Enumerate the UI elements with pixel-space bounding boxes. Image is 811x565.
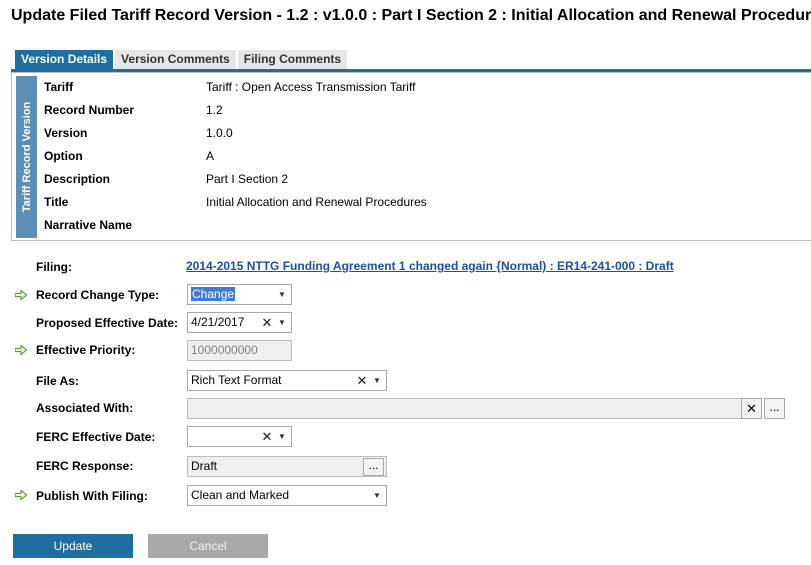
chevron-down-icon[interactable]: ▼ (275, 313, 289, 332)
update-button[interactable]: Update (13, 534, 133, 558)
effective-priority-label: Effective Priority: (36, 343, 136, 357)
detail-row-version: Version 1.0.0 (44, 123, 804, 143)
effective-priority-input: 1000000000 (187, 340, 292, 361)
chevron-down-icon[interactable]: ▼ (275, 285, 289, 304)
required-arrow-icon (15, 345, 27, 355)
clear-icon[interactable]: ✕ (260, 427, 274, 446)
detail-value: 1.0.0 (206, 126, 233, 140)
ferc-response-value: Draft (191, 459, 218, 473)
record-change-type-label: Record Change Type: (36, 288, 160, 302)
detail-label: Description (44, 172, 111, 186)
detail-value: A (206, 149, 215, 163)
version-details-panel: Tariff Record Version Tariff Tariff : Op… (11, 72, 811, 241)
detail-label: Narrative Name (44, 218, 133, 232)
required-arrow-icon (15, 490, 27, 500)
tab-version-details[interactable]: Version Details (15, 50, 114, 69)
tariff-record-version-side-tab: Tariff Record Version (16, 76, 37, 238)
detail-label: Record Number (44, 103, 135, 117)
chevron-down-icon[interactable]: ▼ (370, 371, 384, 390)
clear-icon[interactable]: ✕ (355, 371, 369, 390)
record-change-type-value: Change (191, 287, 236, 301)
filing-label: Filing: (36, 260, 72, 274)
filing-link[interactable]: 2014-2015 NTTG Funding Agreement 1 chang… (186, 259, 674, 273)
ferc-response-browse-button[interactable]: ... (363, 458, 384, 476)
page-title: Update Filed Tariff Record Version - 1.2… (11, 7, 811, 24)
detail-row-title: Title Initial Allocation and Renewal Pro… (44, 192, 804, 212)
side-tab-label: Tariff Record Version (20, 101, 33, 213)
file-as-value: Rich Text Format (191, 373, 282, 387)
detail-row-option: Option A (44, 146, 804, 166)
ferc-response-label: FERC Response: (36, 459, 134, 473)
detail-label: Option (44, 149, 83, 163)
proposed-effective-date-value: 4/21/2017 (191, 315, 245, 329)
tab-filing-comments[interactable]: Filing Comments (237, 50, 348, 69)
detail-value: Initial Allocation and Renewal Procedure… (206, 195, 427, 209)
publish-with-filing-value: Clean and Marked (191, 488, 290, 502)
associated-with-label: Associated With: (36, 401, 134, 415)
associated-with-input (187, 398, 742, 419)
detail-label: Version (44, 126, 88, 140)
publish-with-filing-label: Publish With Filing: (36, 489, 148, 503)
cancel-button[interactable]: Cancel (148, 534, 268, 558)
tab-bar: Version Details Version Comments Filing … (15, 50, 349, 69)
detail-row-record-number: Record Number 1.2 (44, 100, 804, 120)
chevron-down-icon[interactable]: ▼ (370, 486, 384, 505)
proposed-effective-date-label: Proposed Effective Date: (36, 316, 179, 330)
detail-value: 1.2 (206, 103, 223, 117)
required-arrow-icon (15, 290, 27, 300)
ferc-response-input: Draft (187, 456, 387, 477)
detail-row-narrative-name: Narrative Name (44, 215, 804, 235)
proposed-effective-date-picker[interactable]: 4/21/2017 ✕ ▼ (187, 312, 292, 333)
ferc-effective-date-label: FERC Effective Date: (36, 430, 156, 444)
detail-value: Part I Section 2 (206, 172, 289, 186)
record-change-type-select[interactable]: Change ▼ (187, 284, 292, 305)
detail-row-description: Description Part I Section 2 (44, 169, 804, 189)
publish-with-filing-select[interactable]: Clean and Marked ▼ (187, 485, 387, 506)
detail-label: Tariff (44, 80, 74, 94)
tab-version-comments[interactable]: Version Comments (115, 50, 236, 69)
file-as-select[interactable]: Rich Text Format ✕ ▼ (187, 370, 387, 391)
detail-row-tariff: Tariff Tariff : Open Access Transmission… (44, 77, 804, 97)
clear-icon[interactable]: ✕ (260, 313, 274, 332)
associated-with-clear-button[interactable]: ✕ (741, 398, 762, 419)
detail-label: Title (44, 195, 69, 209)
ferc-effective-date-picker[interactable]: ✕ ▼ (187, 426, 292, 447)
file-as-label: File As: (36, 374, 79, 388)
chevron-down-icon[interactable]: ▼ (275, 427, 289, 446)
associated-with-browse-button[interactable]: ... (764, 398, 785, 419)
effective-priority-value: 1000000000 (191, 343, 258, 357)
detail-value: Tariff : Open Access Transmission Tariff (206, 80, 416, 94)
